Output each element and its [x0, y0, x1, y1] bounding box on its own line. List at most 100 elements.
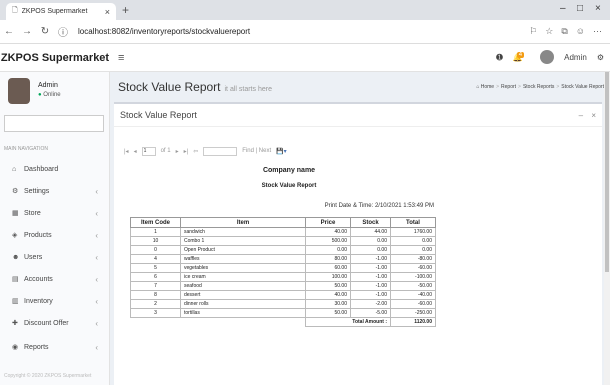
total-amount-label: Total Amount : — [305, 317, 391, 327]
collapse-button[interactable]: – — [579, 111, 583, 120]
sidebar-item-label: Inventory — [24, 297, 53, 305]
next-page-icon[interactable]: ▸ — [176, 148, 179, 155]
cell-total: -40.00 — [390, 290, 436, 300]
sidebar-item-label: Users — [24, 253, 43, 261]
cell-total: -250.00 — [390, 308, 436, 318]
back-nav-icon[interactable]: ⇦ — [193, 148, 198, 155]
users-icon: ☻ — [12, 253, 20, 261]
report-box: Stock Value Report – × |◂ ◂ 1 of 1 ▸ ▸| … — [114, 102, 602, 385]
col-total: Total — [390, 217, 436, 228]
reload-icon[interactable]: ↻ — [36, 26, 54, 37]
breadcrumb-report[interactable]: Report — [501, 84, 516, 90]
find-next-link[interactable]: Find | Next — [242, 148, 271, 154]
box-title: Stock Value Report — [120, 110, 197, 120]
info-circle-icon[interactable]: ➊ — [496, 53, 503, 62]
cell-item: sandwich — [180, 227, 306, 237]
avatar[interactable] — [540, 50, 555, 64]
user-menu[interactable]: Admin — [564, 53, 587, 62]
table-row: 0 Open Product 0.00 0.00 0.00 — [130, 245, 436, 255]
cell-code: 4 — [130, 254, 181, 264]
col-item-code: Item Code — [130, 217, 181, 228]
last-page-icon[interactable]: ▸| — [184, 148, 189, 155]
find-input[interactable] — [203, 146, 238, 156]
cell-item: vegetables — [180, 263, 306, 273]
breadcrumb-stock-reports[interactable]: Stock Reports — [523, 84, 554, 90]
translate-icon[interactable]: ⚐ — [529, 26, 537, 37]
more-icon[interactable]: ⋯ — [593, 26, 602, 37]
favorite-icon[interactable]: ☆ — [545, 26, 553, 37]
home-icon: ⌂ — [476, 84, 480, 90]
sidebar-item-settings[interactable]: ⚙ Settings ‹ — [0, 184, 110, 198]
sidebar-item-dashboard[interactable]: ⌂ Dashboard — [0, 162, 110, 176]
cell-total: -80.00 — [390, 254, 436, 264]
cell-stock: -1.00 — [350, 281, 391, 291]
sidebar-item-reports[interactable]: ◉ Reports ‹ — [0, 340, 110, 354]
report-title: Stock Value Report — [261, 183, 317, 189]
page-count: of 1 — [160, 148, 171, 154]
cell-price: 50.00 — [305, 281, 351, 291]
cell-total: -60.00 — [390, 263, 436, 273]
sidebar-item-inventory[interactable]: ▥ Inventory ‹ — [0, 294, 110, 308]
app-logo[interactable]: ZKPOS Supermarket — [0, 44, 110, 72]
window-close-button[interactable]: × — [595, 3, 601, 14]
online-dot-icon: ● — [38, 92, 42, 98]
tab-close-icon[interactable]: × — [105, 7, 110, 17]
notifications-icon[interactable]: 🔔4 — [513, 51, 530, 62]
url-field[interactable]: localhost:8082/inventoryreports/stockval… — [78, 27, 529, 36]
info-icon[interactable]: ⓘ — [54, 24, 72, 39]
sidebar-search-input[interactable] — [4, 115, 104, 132]
page-number-input[interactable]: 1 — [141, 146, 156, 156]
minimize-button[interactable]: – — [560, 3, 566, 14]
cell-code: 0 — [130, 245, 181, 255]
cell-price: 40.00 — [305, 227, 351, 237]
first-page-icon[interactable]: |◂ — [124, 148, 129, 155]
dashboard-icon: ⌂ — [12, 165, 17, 173]
user-status: ● Online — [38, 92, 61, 98]
cell-total: 0.00 — [390, 245, 436, 255]
sidebar-item-discount-offer[interactable]: ✚ Discount Offer ‹ — [0, 316, 110, 330]
cell-code: 6 — [130, 272, 181, 282]
new-tab-button[interactable]: + — [122, 3, 129, 17]
reports-icon: ◉ — [12, 344, 19, 351]
accounts-icon: ▤ — [12, 276, 19, 283]
cell-stock: -2.00 — [350, 299, 391, 309]
chevron-left-icon: ‹ — [95, 342, 98, 352]
menu-toggle-icon[interactable]: ≡ — [118, 52, 124, 64]
print-date: Print Date & Time: 2/10/2021 1:53:49 PM — [324, 203, 434, 209]
col-price: Price — [305, 217, 351, 228]
profile-icon[interactable]: ☺ — [576, 26, 585, 37]
cell-price: 50.00 — [305, 308, 351, 318]
export-icon[interactable]: 💾▾ — [276, 148, 286, 155]
remove-button[interactable]: × — [591, 111, 596, 120]
forward-icon[interactable]: → — [18, 26, 36, 37]
sidebar-item-accounts[interactable]: ▤ Accounts ‹ — [0, 272, 110, 286]
sidebar-item-users[interactable]: ☻ Users ‹ — [0, 250, 110, 264]
cell-stock: 0.00 — [350, 236, 391, 246]
sidebar-item-store[interactable]: ▦ Store ‹ — [0, 206, 110, 220]
settings-gear-icon[interactable]: ⚙ — [597, 53, 604, 62]
sidebar-item-label: Discount Offer — [24, 319, 69, 327]
cell-code: 7 — [130, 281, 181, 291]
address-bar: ← → ↻ ⓘ localhost:8082/inventoryreports/… — [0, 20, 610, 44]
back-icon[interactable]: ← — [0, 26, 18, 37]
products-icon: ◈ — [12, 232, 18, 239]
scroll-thumb[interactable] — [605, 72, 609, 272]
cell-code: 1 — [130, 227, 181, 237]
chevron-left-icon: ‹ — [95, 296, 98, 306]
sidebar-item-label: Accounts — [24, 275, 53, 283]
page-scrollbar[interactable] — [604, 72, 610, 385]
table-row: 2 dinner rolls 30.00 -2.00 -60.00 — [130, 299, 436, 309]
sidebar-item-products[interactable]: ◈ Products ‹ — [0, 228, 110, 242]
page-subtitle: it all starts here — [224, 86, 272, 93]
total-row: Total Amount : 1120.00 — [131, 317, 436, 327]
page-icon: 🗋 — [12, 7, 18, 14]
browser-tab[interactable]: 🗋 ZKPOS Supermarket × — [6, 3, 116, 20]
collections-icon[interactable]: ⧉ — [561, 26, 567, 37]
prev-page-icon[interactable]: ◂ — [134, 148, 137, 155]
breadcrumb-home[interactable]: Home — [481, 84, 494, 90]
cell-price: 100.00 — [305, 272, 351, 282]
cell-item: dinner rolls — [180, 299, 306, 309]
cell-code: 2 — [130, 299, 181, 309]
table-header-row: Item Code Item Price Stock Total — [130, 217, 436, 228]
maximize-button[interactable]: □ — [577, 3, 583, 14]
